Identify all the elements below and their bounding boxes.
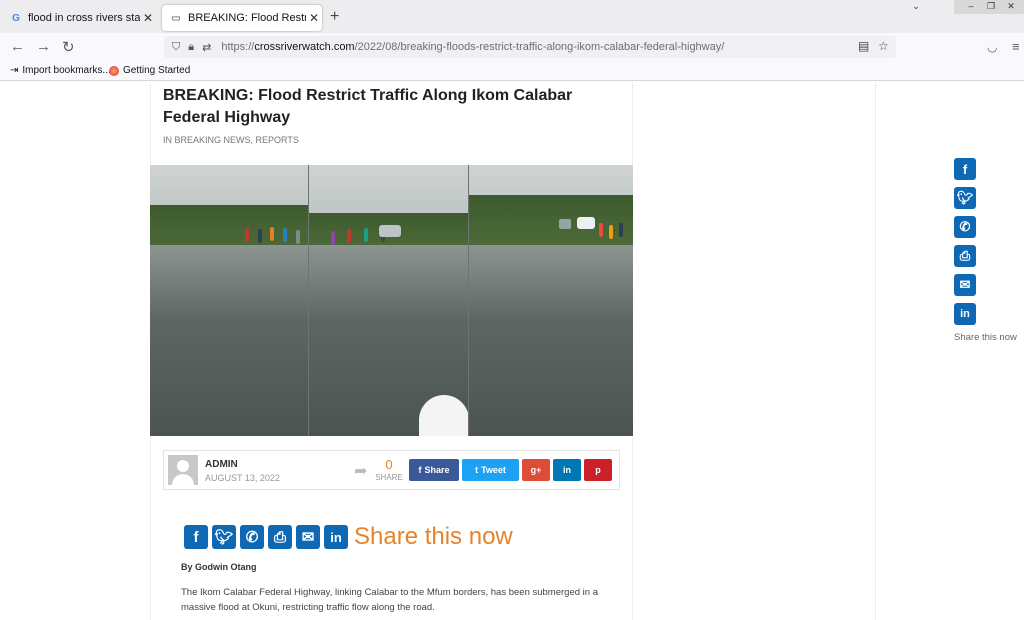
print-icon[interactable]: ⎙ — [268, 525, 292, 549]
page-icon: ▭ — [171, 12, 181, 24]
url-domain: crossriverwatch.com — [254, 41, 355, 53]
restore-icon[interactable]: ❐ — [980, 0, 1002, 12]
column-divider — [875, 82, 876, 620]
tab-article[interactable]: ▭ BREAKING: Flood Restrict Traffic ✕ — [162, 5, 322, 31]
bookmark-getting-started[interactable]: Getting Started — [109, 65, 190, 76]
article-categories: IN BREAKING NEWS, REPORTS — [163, 135, 299, 145]
reader-view-icon[interactable]: ▤ — [858, 39, 869, 53]
shield-icon[interactable]: ⛉ — [172, 41, 180, 54]
category-links[interactable]: BREAKING NEWS, REPORTS — [175, 135, 299, 145]
share-count: 0 — [385, 457, 393, 472]
facebook-icon[interactable]: f — [954, 158, 976, 180]
email-icon[interactable]: ✉ — [296, 525, 320, 549]
email-icon[interactable]: ✉ — [954, 274, 976, 296]
firefox-icon — [109, 65, 119, 76]
import-icon: ⇥ — [10, 65, 19, 76]
share-this-now-label[interactable]: Share this now — [954, 332, 1024, 343]
bookmarks-toolbar: ⇥ Import bookmarks... Getting Started — [0, 61, 1024, 81]
inline-share-row: f 🐦︎ ✆ ⎙ ✉ in Share this now — [184, 523, 513, 551]
bookmark-label: Getting Started — [123, 65, 191, 76]
close-window-icon[interactable]: ✕ — [1000, 0, 1022, 12]
share-arrow-icon: ➦ — [354, 463, 368, 480]
permissions-icon[interactable]: ⇄ — [202, 41, 211, 54]
page-content: BREAKING: Flood Restrict Traffic Along I… — [0, 82, 1024, 620]
linkedin-icon: in — [563, 465, 571, 475]
photo-panel — [150, 165, 308, 436]
avatar — [168, 455, 198, 485]
google-icon: G — [12, 12, 20, 24]
bookmark-import[interactable]: ⇥ Import bookmarks... — [10, 65, 111, 76]
reload-icon[interactable]: ↻ — [62, 38, 75, 56]
pocket-icon[interactable]: ◡ — [987, 40, 997, 54]
author-name[interactable]: ADMIN — [205, 459, 238, 470]
google-plus-icon: g+ — [530, 465, 542, 475]
whatsapp-icon[interactable]: ✆ — [954, 216, 976, 238]
facebook-share-button[interactable]: f Share — [409, 459, 459, 481]
tab-title: BREAKING: Flood Restrict Traffic — [188, 12, 306, 24]
google-plus-share-button[interactable]: g+ — [522, 459, 550, 481]
byline: By Godwin Otang — [181, 562, 257, 572]
back-icon[interactable]: ← — [10, 38, 25, 55]
categories-prefix: IN — [163, 135, 172, 145]
close-tab-icon[interactable]: ✕ — [140, 11, 156, 25]
whatsapp-icon[interactable]: ✆ — [240, 525, 264, 549]
pinterest-share-button[interactable]: p — [584, 459, 612, 481]
publish-date: AUGUST 13, 2022 — [205, 473, 280, 483]
share-this-now-label[interactable]: Share this now — [354, 523, 513, 551]
tab-title: flood in cross rivers state 2022 — [28, 12, 140, 24]
facebook-icon[interactable]: f — [184, 525, 208, 549]
twitter-share-button[interactable]: t Tweet — [462, 459, 519, 481]
photo-panel — [309, 165, 468, 436]
article-title: BREAKING: Flood Restrict Traffic Along I… — [163, 87, 573, 126]
navigation-toolbar: ← → ↻ ⛉ 🔒︎ ⇄ https://crossriverwatch.com… — [0, 33, 1024, 61]
url-text[interactable]: https://crossriverwatch.com/2022/08/brea… — [221, 41, 724, 53]
article-image — [150, 165, 633, 436]
twitter-icon: t — [475, 465, 479, 475]
minimize-icon[interactable]: – — [960, 0, 982, 12]
photo-panel — [469, 165, 633, 436]
lock-icon[interactable]: 🔒︎ — [188, 41, 194, 54]
url-prefix: https:// — [221, 41, 255, 53]
new-tab-icon[interactable]: + — [330, 8, 339, 26]
linkedin-share-button[interactable]: in — [553, 459, 581, 481]
facebook-icon: f — [418, 465, 422, 475]
author-share-box: ADMIN AUGUST 13, 2022 ➦ 0 SHARE f Share … — [163, 450, 620, 490]
button-label: Tweet — [481, 465, 506, 475]
tab-list-icon[interactable]: ⌄ — [905, 0, 927, 12]
bookmark-star-icon[interactable]: ☆ — [878, 39, 889, 53]
article-body: The Ikom Calabar Federal Highway, linkin… — [181, 587, 598, 613]
linkedin-icon[interactable]: in — [954, 303, 976, 325]
close-tab-icon[interactable]: ✕ — [306, 11, 322, 25]
forward-icon[interactable]: → — [36, 38, 51, 55]
menu-icon[interactable]: ≡ — [1012, 39, 1020, 54]
floating-share-bar: f 🐦︎ ✆ ⎙ ✉ in Share this now — [954, 158, 1024, 343]
linkedin-icon[interactable]: in — [324, 525, 348, 549]
url-path: /2022/08/breaking-floods-restrict-traffi… — [354, 41, 725, 53]
pinterest-icon: p — [595, 465, 601, 475]
tab-strip: G flood in cross rivers state 2022 ✕ ▭ B… — [0, 0, 1024, 33]
twitter-icon[interactable]: 🐦︎ — [212, 525, 236, 549]
tab-search[interactable]: G flood in cross rivers state 2022 ✕ — [2, 5, 156, 31]
share-count-label: SHARE — [375, 473, 403, 482]
print-icon[interactable]: ⎙ — [954, 245, 976, 267]
twitter-icon[interactable]: 🐦︎ — [954, 187, 976, 209]
address-bar[interactable]: ⛉ 🔒︎ ⇄ https://crossriverwatch.com/2022/… — [164, 36, 896, 58]
button-label: Share — [424, 465, 450, 475]
bookmark-label: Import bookmarks... — [22, 65, 111, 76]
